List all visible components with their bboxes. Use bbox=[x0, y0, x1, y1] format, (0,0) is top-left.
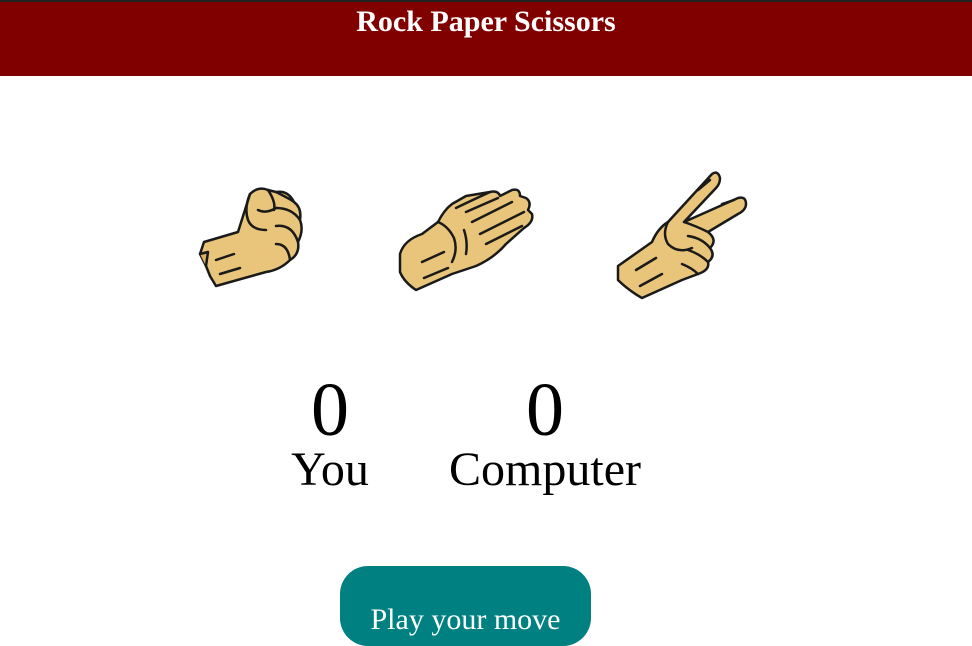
paper-choice[interactable] bbox=[394, 182, 536, 294]
scissors-choice[interactable] bbox=[612, 170, 750, 300]
app-header: Rock Paper Scissors bbox=[0, 0, 972, 76]
paper-open-hand-icon bbox=[398, 188, 534, 292]
computer-score: 0 bbox=[526, 368, 564, 452]
rock-fist-icon bbox=[198, 187, 303, 288]
computer-label: Computer bbox=[449, 443, 641, 496]
play-move-button[interactable]: Play your move bbox=[340, 566, 591, 646]
rock-choice[interactable] bbox=[196, 180, 306, 292]
computer-score-panel: 0 Computer bbox=[440, 370, 650, 496]
player-score: 0 bbox=[311, 368, 349, 452]
page-title: Rock Paper Scissors bbox=[356, 5, 616, 38]
player-label: You bbox=[291, 443, 369, 496]
scissors-v-hand-icon bbox=[616, 171, 748, 300]
player-score-panel: 0 You bbox=[270, 370, 390, 496]
